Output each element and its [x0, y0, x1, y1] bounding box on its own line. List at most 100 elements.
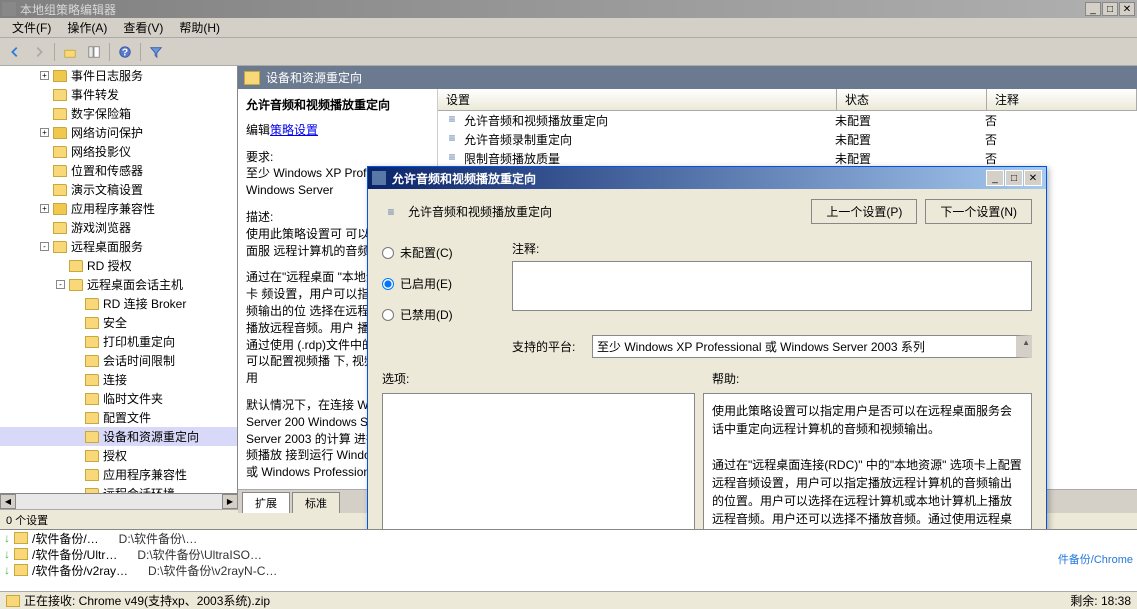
radio-disabled[interactable]: 已禁用(D): [382, 306, 512, 323]
expander-icon[interactable]: +: [40, 71, 49, 80]
download-name: /软件备份/Ultr…: [32, 546, 117, 563]
folder-icon: [85, 412, 99, 424]
up-button[interactable]: [59, 41, 81, 63]
download-name: /软件备份/v2ray…: [32, 562, 128, 579]
scroll-track[interactable]: [16, 494, 222, 509]
tree-item-label: 会话时间限制: [103, 352, 175, 369]
show-hide-tree-button[interactable]: [83, 41, 105, 63]
scroll-right-button[interactable]: ▶: [222, 494, 238, 509]
download-right-label[interactable]: 件备份/Chrome: [1058, 551, 1133, 567]
menu-view[interactable]: 查看(V): [115, 17, 171, 38]
download-path: D:\软件备份\UltraISO…: [137, 546, 262, 563]
prev-setting-button[interactable]: 上一个设置(P): [811, 199, 917, 224]
downloads-panel: ↓ /软件备份/… D:\软件备份\… ↓ /软件备份/Ultr… D:\软件备…: [0, 529, 1137, 591]
tree-item[interactable]: 游戏浏览器: [0, 218, 237, 237]
policy-icon: [382, 204, 400, 220]
app-icon: [2, 2, 16, 16]
tree-item-label: 网络投影仪: [71, 143, 131, 160]
expander-icon[interactable]: -: [56, 280, 65, 289]
radio-enabled[interactable]: 已启用(E): [382, 275, 512, 292]
menu-file[interactable]: 文件(F): [4, 17, 59, 38]
tree-item[interactable]: 事件转发: [0, 85, 237, 104]
dialog-minimize-button[interactable]: _: [986, 170, 1004, 186]
expander-icon[interactable]: +: [40, 128, 49, 137]
list-row[interactable]: 允许音频和视频播放重定向未配置否: [438, 111, 1137, 130]
download-row[interactable]: ↓ /软件备份/v2ray… D:\软件备份\v2rayN-C…: [0, 562, 1137, 578]
col-state[interactable]: 状态: [837, 89, 987, 110]
expander-icon[interactable]: -: [40, 242, 49, 251]
back-button[interactable]: [4, 41, 26, 63]
tree-item[interactable]: 连接: [0, 370, 237, 389]
tree-item[interactable]: 网络投影仪: [0, 142, 237, 161]
tree-item[interactable]: +事件日志服务: [0, 66, 237, 85]
policy-name: 允许音频和视频播放重定向: [408, 203, 811, 220]
tab-extended[interactable]: 扩展: [242, 492, 290, 513]
col-setting[interactable]: 设置: [438, 89, 837, 110]
menu-bar: 文件(F) 操作(A) 查看(V) 帮助(H): [0, 18, 1137, 38]
tree-pane[interactable]: +事件日志服务事件转发数字保险箱+网络访问保护网络投影仪位置和传感器演示文稿设置…: [0, 66, 238, 493]
radio-not-configured[interactable]: 未配置(C): [382, 244, 512, 261]
tree-item[interactable]: 位置和传感器: [0, 161, 237, 180]
cell-setting: 允许音频和视频播放重定向: [464, 112, 835, 129]
download-row[interactable]: ↓ /软件备份/… D:\软件备份\…: [0, 530, 1137, 546]
tree-item[interactable]: 演示文稿设置: [0, 180, 237, 199]
comment-textarea[interactable]: [512, 261, 1032, 311]
cell-state: 未配置: [835, 150, 985, 167]
folder-icon: [53, 203, 67, 215]
platform-label: 支持的平台:: [512, 338, 592, 355]
tree-item[interactable]: -远程桌面会话主机: [0, 275, 237, 294]
details-header: 设备和资源重定向: [238, 66, 1137, 89]
edit-policy-link[interactable]: 策略设置: [270, 123, 318, 137]
download-path: D:\软件备份\…: [119, 530, 198, 547]
dialog-maximize-button[interactable]: □: [1005, 170, 1023, 186]
minimize-button[interactable]: _: [1085, 2, 1101, 16]
tree-hscrollbar[interactable]: ◀ ▶: [0, 493, 238, 509]
tree-item-label: 设备和资源重定向: [103, 428, 199, 445]
scroll-left-button[interactable]: ◀: [0, 494, 16, 509]
help-button[interactable]: ?: [114, 41, 136, 63]
folder-icon: [53, 184, 67, 196]
tree-item[interactable]: RD 授权: [0, 256, 237, 275]
next-setting-button[interactable]: 下一个设置(N): [925, 199, 1032, 224]
list-row[interactable]: 允许音频录制重定向未配置否: [438, 130, 1137, 149]
cell-comment: 否: [985, 150, 1135, 167]
tree-item[interactable]: +网络访问保护: [0, 123, 237, 142]
expander-icon[interactable]: +: [40, 204, 49, 213]
tree-item[interactable]: 会话时间限制: [0, 351, 237, 370]
tree-item[interactable]: 应用程序兼容性: [0, 465, 237, 484]
cell-comment: 否: [985, 131, 1135, 148]
folder-icon: [53, 241, 67, 253]
forward-button[interactable]: [28, 41, 50, 63]
tree-item[interactable]: -远程桌面服务: [0, 237, 237, 256]
tree-item-label: 安全: [103, 314, 127, 331]
tree-item[interactable]: RD 连接 Broker: [0, 294, 237, 313]
dialog-titlebar[interactable]: 允许音频和视频播放重定向 _ □ ✕: [368, 167, 1046, 189]
comment-area: 注释:: [512, 240, 1032, 311]
col-comment[interactable]: 注释: [987, 89, 1137, 110]
tree-item-label: 应用程序兼容性: [71, 200, 155, 217]
dialog-close-button[interactable]: ✕: [1024, 170, 1042, 186]
tab-standard[interactable]: 标准: [292, 492, 340, 513]
tree-item[interactable]: 临时文件夹: [0, 389, 237, 408]
cell-state: 未配置: [835, 112, 985, 129]
dialog-controls: _ □ ✕: [986, 170, 1042, 186]
tree-item-label: 临时文件夹: [103, 390, 163, 407]
tree-item[interactable]: 安全: [0, 313, 237, 332]
dialog-title-text: 允许音频和视频播放重定向: [392, 170, 986, 187]
tree-item[interactable]: 数字保险箱: [0, 104, 237, 123]
maximize-button[interactable]: □: [1102, 2, 1118, 16]
tree-item[interactable]: 设备和资源重定向: [0, 427, 237, 446]
tree-item[interactable]: + 应用程序兼容性: [0, 199, 237, 218]
download-row[interactable]: ↓ /软件备份/Ultr… D:\软件备份\UltraISO…: [0, 546, 1137, 562]
tree-item[interactable]: 打印机重定向: [0, 332, 237, 351]
tree-item[interactable]: 配置文件: [0, 408, 237, 427]
close-button[interactable]: ✕: [1119, 2, 1135, 16]
tree-item[interactable]: 远程会话环境: [0, 484, 237, 493]
filter-button[interactable]: [145, 41, 167, 63]
menu-action[interactable]: 操作(A): [59, 17, 115, 38]
tree-item[interactable]: 授权: [0, 446, 237, 465]
folder-icon: [85, 393, 99, 405]
folder-icon: [14, 532, 28, 544]
menu-help[interactable]: 帮助(H): [171, 17, 228, 38]
window-controls: _ □ ✕: [1085, 2, 1135, 16]
